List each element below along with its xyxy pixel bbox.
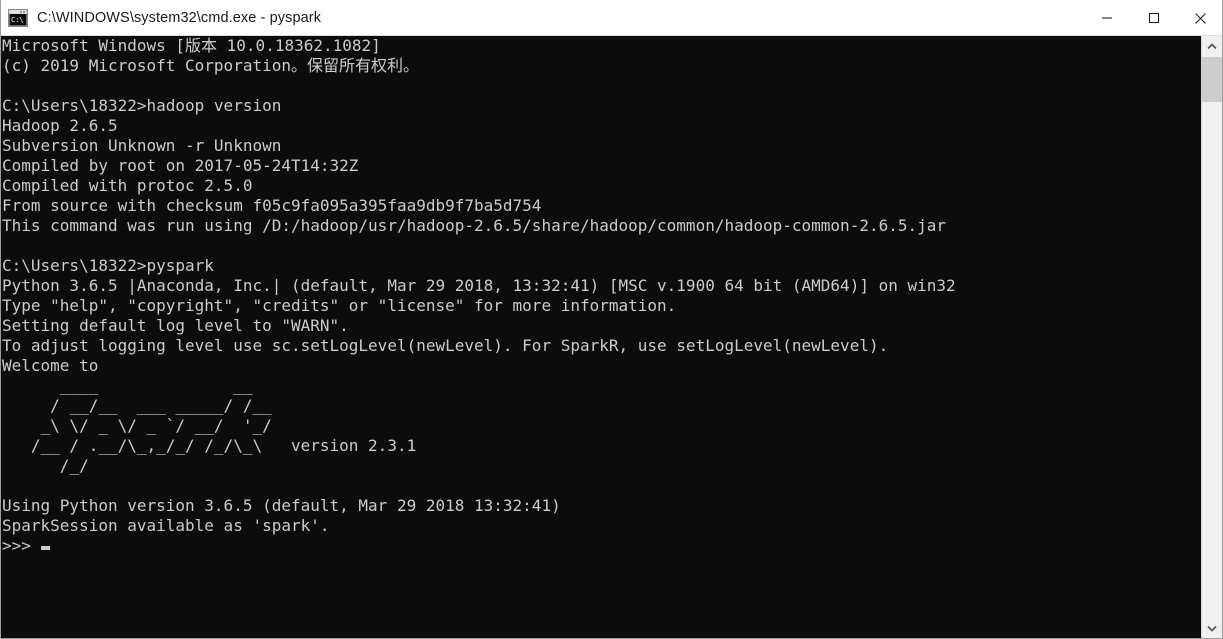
console-line-command: C:\Users\18322>hadoop version	[2, 96, 282, 115]
console-line-command: C:\Users\18322>pyspark	[2, 256, 214, 275]
console-line: From source with checksum f05c9fa095a395…	[2, 196, 542, 215]
spark-logo-line: ____ __	[2, 376, 253, 395]
console-line: Compiled by root on 2017-05-24T14:32Z	[2, 156, 359, 175]
spark-logo-line: /_/	[2, 456, 89, 475]
maximize-button[interactable]	[1130, 0, 1177, 36]
console-line: Python 3.6.5 |Anaconda, Inc.| (default, …	[2, 276, 956, 295]
window-controls	[1083, 0, 1222, 36]
vertical-scrollbar[interactable]	[1201, 36, 1222, 638]
console-output-area[interactable]: Microsoft Windows [版本 10.0.18362.1082] (…	[1, 36, 1203, 638]
text-cursor	[40, 546, 50, 550]
console-line: Subversion Unknown -r Unknown	[2, 136, 282, 155]
console-line: To adjust logging level use sc.setLogLev…	[2, 336, 889, 355]
console-line: Microsoft Windows [版本 10.0.18362.1082]	[2, 36, 381, 55]
window-title: C:\WINDOWS\system32\cmd.exe - pyspark	[37, 9, 322, 26]
scrollbar-thumb[interactable]	[1202, 57, 1222, 102]
scroll-up-button[interactable]	[1202, 36, 1222, 57]
console-line: Setting default log level to "WARN".	[2, 316, 349, 335]
console-line: This command was run using /D:/hadoop/us…	[2, 216, 947, 235]
cmd-window: C:\ C:\WINDOWS\system32\cmd.exe - pyspar…	[0, 0, 1223, 639]
scrollbar-track[interactable]	[1202, 57, 1222, 618]
prompt-symbol: >>>	[2, 536, 31, 555]
title-bar[interactable]: C:\ C:\WINDOWS\system32\cmd.exe - pyspar…	[1, 0, 1222, 36]
console-text-block: Microsoft Windows [版本 10.0.18362.1082] (…	[1, 36, 1203, 556]
console-line: SparkSession available as 'spark'.	[2, 516, 330, 535]
scroll-down-button[interactable]	[1202, 618, 1222, 638]
console-line: Using Python version 3.6.5 (default, Mar…	[2, 496, 561, 515]
console-prompt-line[interactable]: >>>	[1, 536, 1203, 556]
svg-text:C:\: C:\	[11, 16, 24, 24]
close-button[interactable]	[1177, 0, 1222, 36]
console-line: Hadoop 2.6.5	[2, 116, 118, 135]
cmd-console-icon: C:\	[8, 8, 28, 27]
console-line: Type "help", "copyright", "credits" or "…	[2, 296, 677, 315]
spark-logo-line-version: /__ / .__/\_,_/_/ /_/\_\ version 2.3.1	[2, 436, 417, 455]
console-line: Welcome to	[2, 356, 99, 375]
minimize-button[interactable]	[1083, 0, 1130, 36]
spark-logo-line: _\ \/ _ \/ _ `/ __/ '_/	[2, 416, 272, 435]
spark-logo-line: / __/__ ___ _____/ /__	[2, 396, 272, 415]
console-line: (c) 2019 Microsoft Corporation。保留所有权利。	[2, 56, 419, 75]
console-line: Compiled with protoc 2.5.0	[2, 176, 253, 195]
